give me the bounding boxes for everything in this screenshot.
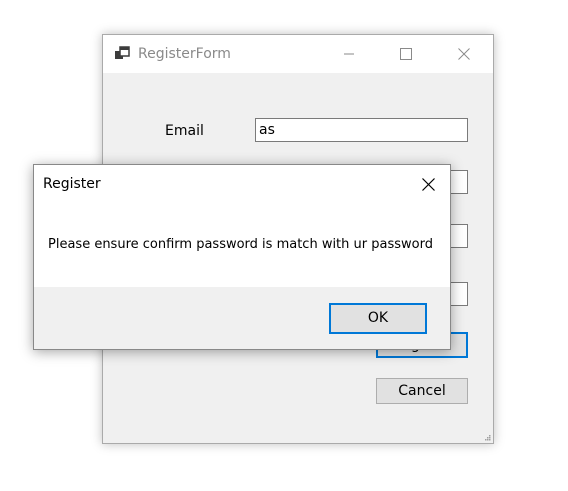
message-text: Please ensure confirm password is match …: [48, 237, 433, 252]
close-button[interactable]: [441, 35, 487, 73]
close-icon: [421, 177, 435, 191]
cancel-button[interactable]: Cancel: [376, 378, 468, 404]
titlebar[interactable]: RegisterForm: [103, 35, 493, 73]
minimize-button[interactable]: [326, 35, 372, 73]
message-box-title: Register: [43, 176, 101, 192]
resize-grip-icon[interactable]: [483, 433, 491, 441]
maximize-button[interactable]: [383, 35, 429, 73]
close-icon: [458, 48, 470, 60]
message-box-footer: OK: [34, 287, 450, 349]
email-field[interactable]: as: [255, 118, 468, 142]
maximize-icon: [400, 48, 412, 60]
window-title: RegisterForm: [138, 46, 231, 62]
message-box: Register Please ensure confirm password …: [33, 164, 451, 350]
ok-button[interactable]: OK: [329, 303, 427, 334]
message-box-close-button[interactable]: [412, 171, 444, 197]
minimize-icon: [344, 53, 354, 55]
email-label: Email: [165, 123, 204, 139]
app-icon: [114, 45, 132, 61]
